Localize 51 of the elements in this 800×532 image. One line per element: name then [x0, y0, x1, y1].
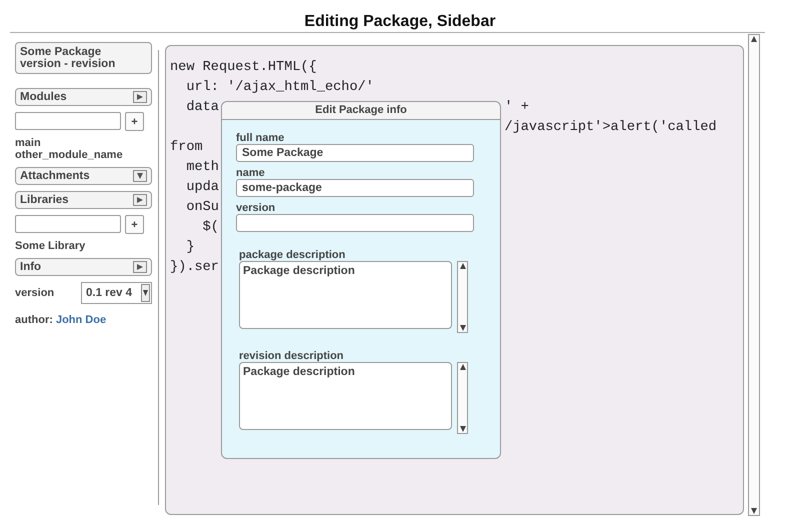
- code-text: data: [185, 100, 219, 115]
- input-field[interactable]: Some Package: [236, 144, 474, 162]
- code-text: }).ser: [170, 260, 219, 275]
- code-text: meth: [185, 160, 219, 175]
- scroll-up-icon[interactable]: [750, 35, 758, 43]
- field-label: version: [236, 202, 276, 214]
- text-area[interactable]: Package description: [239, 261, 452, 329]
- section-header[interactable]: Info: [15, 258, 152, 276]
- input-field[interactable]: some-package: [236, 179, 474, 197]
- code-text: /javascript'>alert('called: [504, 119, 717, 137]
- window-title: Editing Package, Sidebar: [303, 12, 497, 32]
- code-text: ' +: [504, 99, 529, 117]
- list-item[interactable]: main: [15, 137, 152, 149]
- section-header[interactable]: Libraries: [15, 191, 152, 209]
- code-text: }: [185, 240, 194, 255]
- scroll-up-icon[interactable]: [458, 262, 466, 270]
- add-field[interactable]: [15, 112, 121, 130]
- package-version: version - revision: [20, 58, 116, 70]
- field-label: package description: [239, 249, 346, 261]
- add-button[interactable]: +: [125, 215, 144, 234]
- field-label: name: [236, 167, 266, 179]
- package-box[interactable]: Some Package version - revision: [15, 42, 152, 74]
- section-header[interactable]: Attachments: [15, 167, 152, 185]
- dialog-title: Edit Package info: [222, 102, 500, 120]
- version-select[interactable]: 0.1 rev 4: [81, 282, 152, 304]
- section-header[interactable]: Modules: [15, 88, 152, 106]
- author-label: author:: [15, 314, 53, 326]
- code-text: url: '/ajax_html_echo/': [185, 80, 374, 95]
- scrollbar[interactable]: [748, 34, 760, 516]
- add-button[interactable]: +: [125, 112, 144, 131]
- field-label: revision description: [239, 350, 345, 362]
- scroll-down-icon[interactable]: [458, 324, 466, 332]
- input-field[interactable]: [236, 214, 474, 232]
- scrollbar[interactable]: [457, 362, 468, 434]
- code-text: $(: [202, 220, 219, 235]
- code-text: new Request.HTML({: [170, 60, 317, 75]
- field-label: full name: [236, 132, 286, 144]
- code-text: from: [170, 140, 204, 155]
- text-area[interactable]: Package description: [239, 362, 452, 430]
- scrollbar[interactable]: [457, 261, 468, 333]
- add-field[interactable]: [15, 215, 121, 233]
- code-text: upda: [185, 180, 219, 195]
- scroll-down-icon[interactable]: [458, 425, 466, 433]
- author-link[interactable]: John Doe: [56, 314, 106, 326]
- list-item[interactable]: other_module_name: [15, 149, 152, 161]
- code-text: onSu: [185, 200, 219, 215]
- scroll-down-icon[interactable]: [750, 507, 758, 515]
- version-label: version: [15, 287, 54, 299]
- scroll-up-icon[interactable]: [458, 363, 466, 371]
- list-item[interactable]: Some Library: [15, 240, 152, 252]
- package-name: Some Package: [20, 46, 102, 58]
